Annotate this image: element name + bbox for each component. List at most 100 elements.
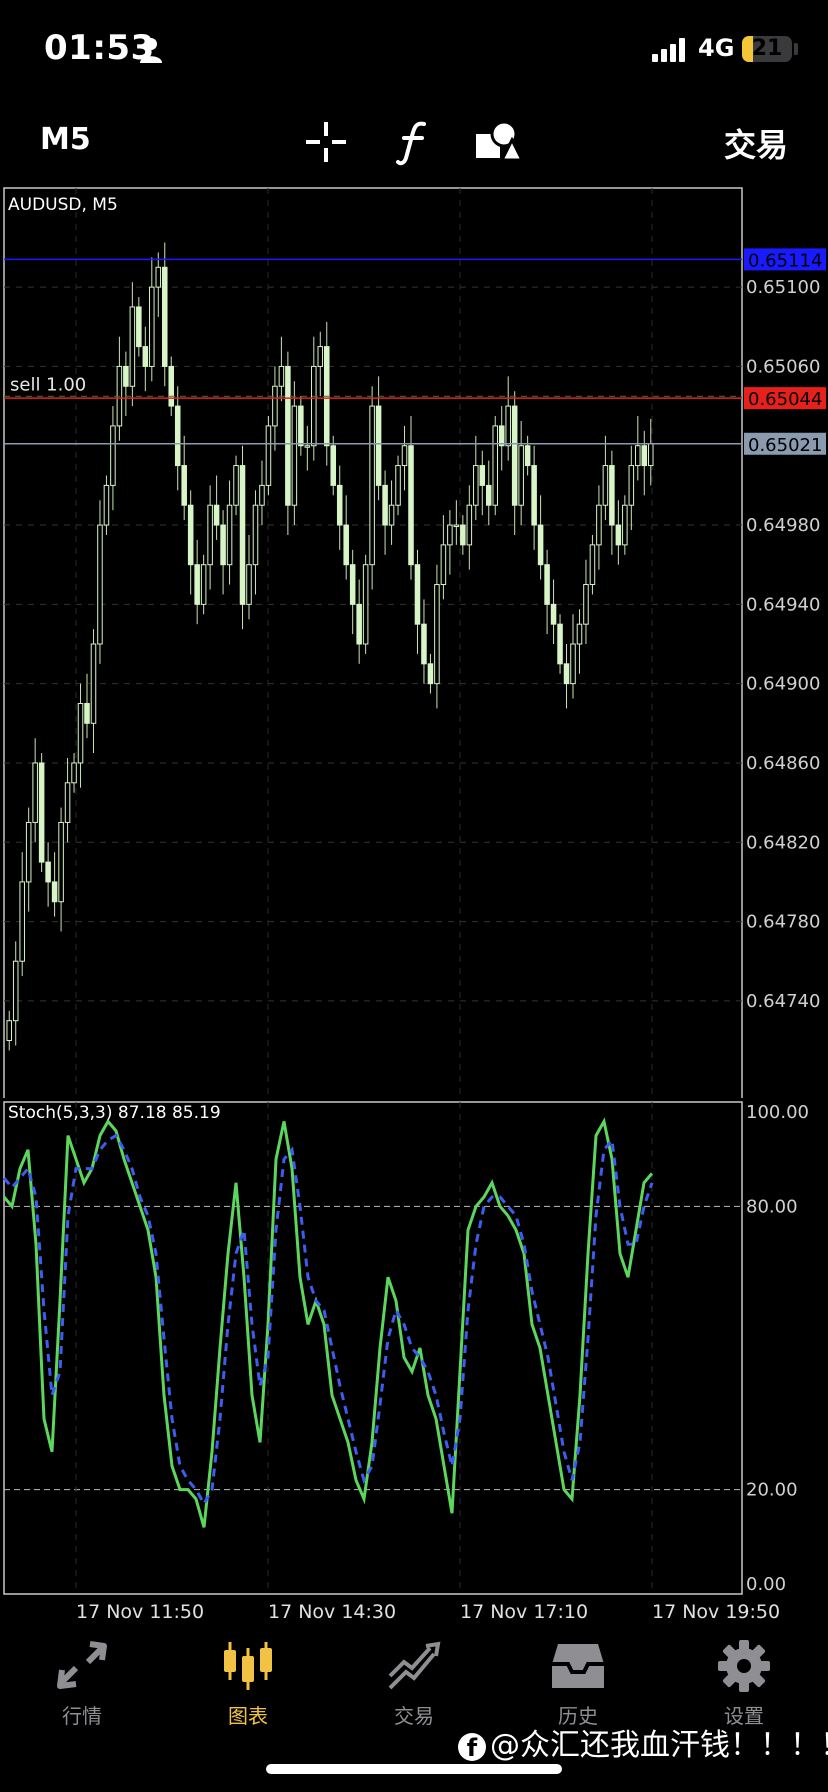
tab-chart[interactable]: 图表 [178,1620,318,1730]
candle [84,702,90,724]
facebook-icon: f [458,1732,486,1762]
tab-chart-label: 图表 [228,1704,268,1728]
candle [103,484,110,526]
trade-button[interactable]: 交易 [724,120,788,166]
time-axis: 17 Nov 11:50 17 Nov 14:30 17 Nov 17:10 17 N… [76,1601,780,1620]
price-tick-label: 0.64820 [746,832,820,853]
price-badge-label: 0.65114 [748,250,822,271]
candle [382,484,388,526]
candle [252,504,259,566]
stoch-tick-label: 20.00 [746,1480,798,1501]
candle [615,524,622,546]
stoch-tick-label: 100.00 [746,1102,809,1123]
candle [168,365,175,407]
tab-settings[interactable]: 设置 [674,1620,814,1730]
candle [453,524,460,528]
function-icon[interactable] [390,118,438,166]
tab-bar: 行情 图表 交易 历史 设置 [0,1620,828,1730]
history-icon [552,1644,604,1688]
stochastic-frame [3,1101,743,1595]
candle [51,881,58,903]
trade-icon [388,1641,441,1690]
candle [207,504,213,566]
time-tick-label: 17 Nov 17:10 [460,1601,588,1620]
candle [460,524,466,546]
candle [466,504,473,546]
candle [129,306,136,387]
order-label[interactable]: sell 1.00 [10,374,86,395]
candle [38,762,45,863]
candle [427,663,434,685]
stochastic-title: Stoch(5,3,3) 87.18 85.19 [8,1103,221,1123]
candle [187,504,194,566]
tab-quotes[interactable]: 行情 [12,1620,152,1730]
signal-icon [652,38,685,62]
candle [408,445,414,566]
candle [12,960,19,1022]
candle [200,564,207,605]
home-indicator[interactable] [266,1764,562,1774]
network-type: 4G [698,34,735,62]
candle [181,465,187,506]
candle [343,524,349,566]
candle [32,762,38,823]
candle [265,425,272,486]
candle [641,445,648,467]
battery-tip [794,43,798,55]
candle [557,623,563,665]
candle [395,465,401,506]
tab-quotes-label: 行情 [62,1704,102,1728]
candle [602,465,609,506]
stochastic-axis: 100.00 80.00 20.00 0.00 [746,1102,809,1595]
candle [239,465,246,605]
candle [531,465,537,526]
candle [272,385,278,427]
candle [563,663,570,685]
battery-level: 21 [751,36,783,61]
crosshair-icon[interactable] [302,118,350,166]
candle [421,623,427,665]
price-chart[interactable]: 0.65114 0.65044 0.65021 0.65100 0.65060 0.64… [0,186,828,1098]
candle [149,286,155,367]
candle [596,504,602,546]
candle [6,1020,13,1042]
price-tick-label: 0.64980 [746,515,820,536]
shapes-icon[interactable] [474,118,522,166]
timeframe-button[interactable]: M5 [40,122,91,157]
stochastic-chart[interactable]: 100.0080.0020.000.00 17 Nov 11:50 17 Nov … [0,1100,828,1620]
candle [278,365,285,387]
price-tick-label: 0.65100 [746,277,820,298]
candles [6,242,654,1051]
candle [136,306,142,348]
price-grid [4,188,742,1098]
candle [628,465,635,506]
candle [440,544,447,586]
candle [388,504,395,526]
chart-toolbar: M5 交易 [0,108,828,174]
tab-history[interactable]: 历史 [508,1620,648,1730]
candle [304,445,311,448]
candle [492,425,499,506]
time-tick-label: 17 Nov 19:50 [652,1601,780,1620]
watermark-text: @众汇还我血汗钱！！！！ [490,1728,828,1763]
candle [298,405,304,447]
stochastic-series [2,1117,654,1528]
candle [174,405,181,467]
candle [635,445,641,467]
candle [576,623,583,645]
candle [19,881,25,962]
tab-trade[interactable]: 交易 [344,1620,484,1730]
gear-icon [718,1640,770,1692]
candle [544,564,550,605]
candle [369,405,375,566]
candle [311,365,317,447]
stoch-signal-line [2,1133,654,1507]
candle [524,445,531,467]
status-bar: 01:53 4G 21 [0,0,828,100]
candle [123,365,129,387]
candle [71,762,77,784]
candle [473,465,479,506]
candle [330,445,337,486]
candle [375,405,382,486]
candle [447,524,453,546]
